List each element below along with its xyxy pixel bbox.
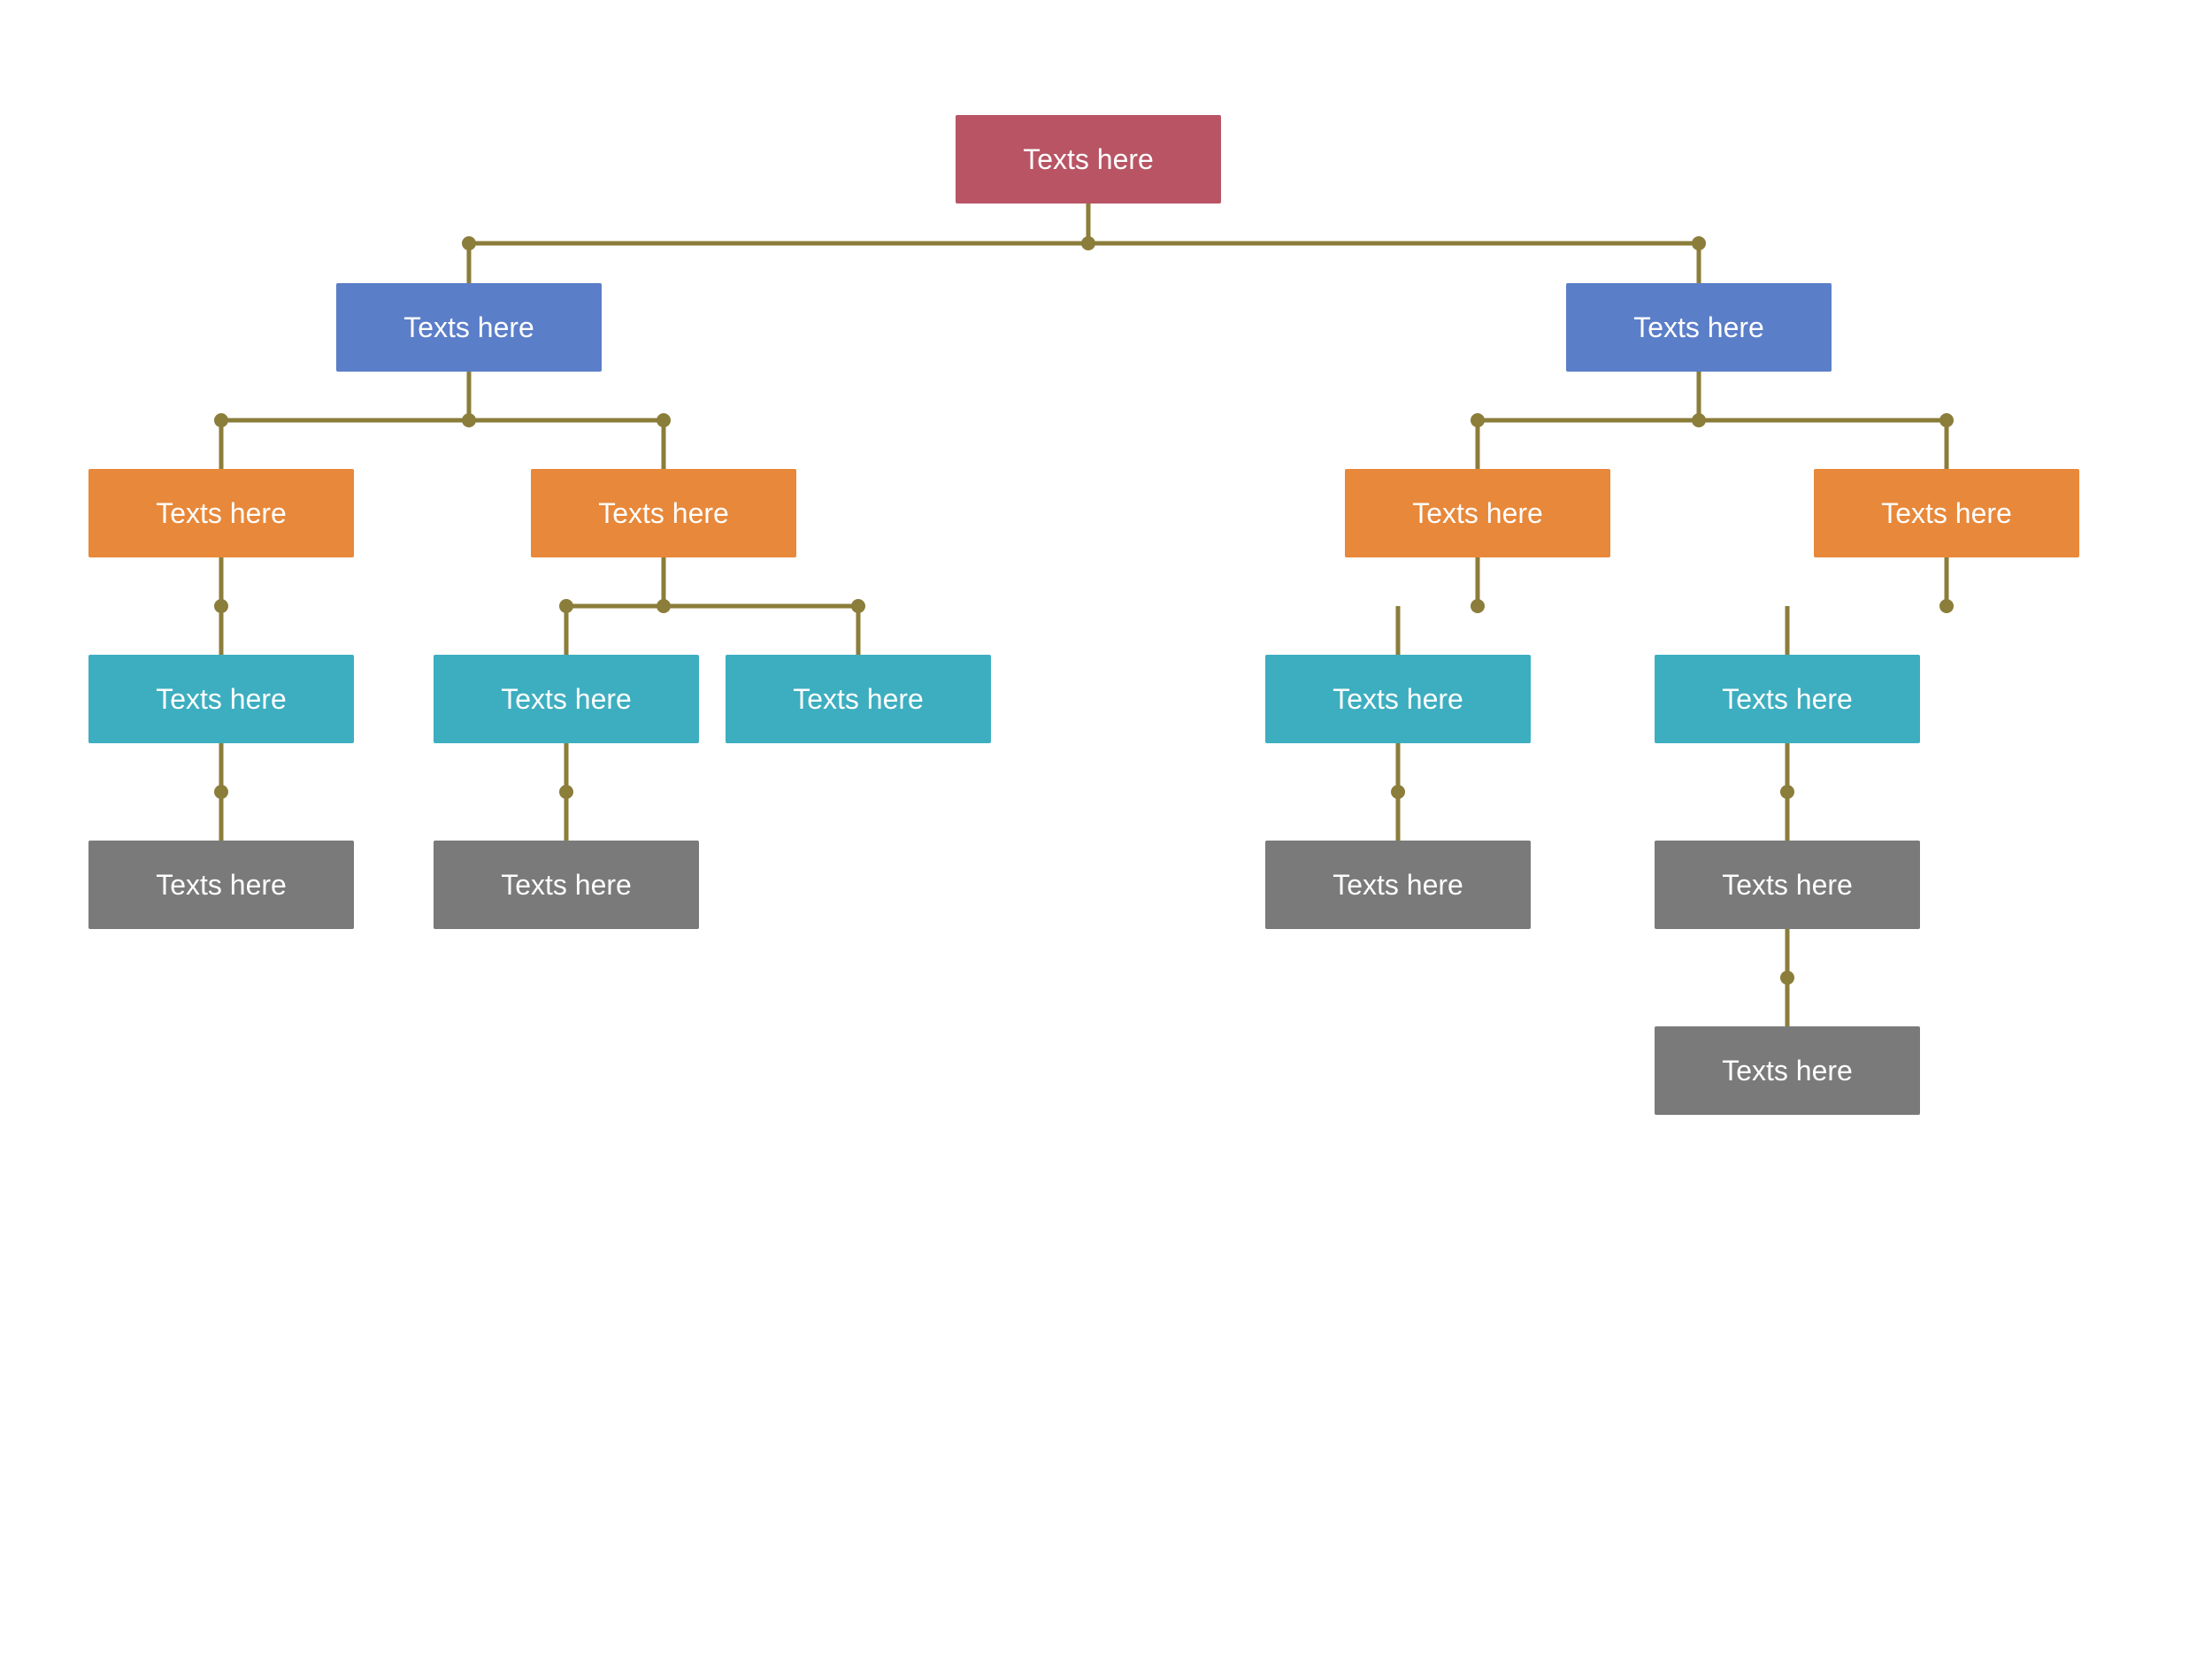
node-l3e: Texts here [1655, 655, 1920, 743]
node-l4d: Texts here [1655, 841, 1920, 929]
node-l4b: Texts here [434, 841, 699, 929]
node-l2b: Texts here [531, 469, 796, 557]
node-l2a: Texts here [88, 469, 354, 557]
node-l3b: Texts here [434, 655, 699, 743]
node-l3d: Texts here [1265, 655, 1531, 743]
node-l4a: Texts here [88, 841, 354, 929]
node-l2c: Texts here [1345, 469, 1610, 557]
node-root: Texts here [956, 115, 1221, 204]
node-l1a: Texts here [336, 283, 602, 372]
node-l3c: Texts here [726, 655, 991, 743]
connectors-svg [0, 88, 2212, 1517]
org-chart: Texts here Texts here Texts here Texts here… [0, 88, 2212, 1517]
node-l3a: Texts here [88, 655, 354, 743]
node-l4c: Texts here [1265, 841, 1531, 929]
node-l5a: Texts here [1655, 1026, 1920, 1115]
page-title [0, 0, 2212, 88]
node-l1b: Texts here [1566, 283, 1832, 372]
node-l2d: Texts here [1814, 469, 2079, 557]
